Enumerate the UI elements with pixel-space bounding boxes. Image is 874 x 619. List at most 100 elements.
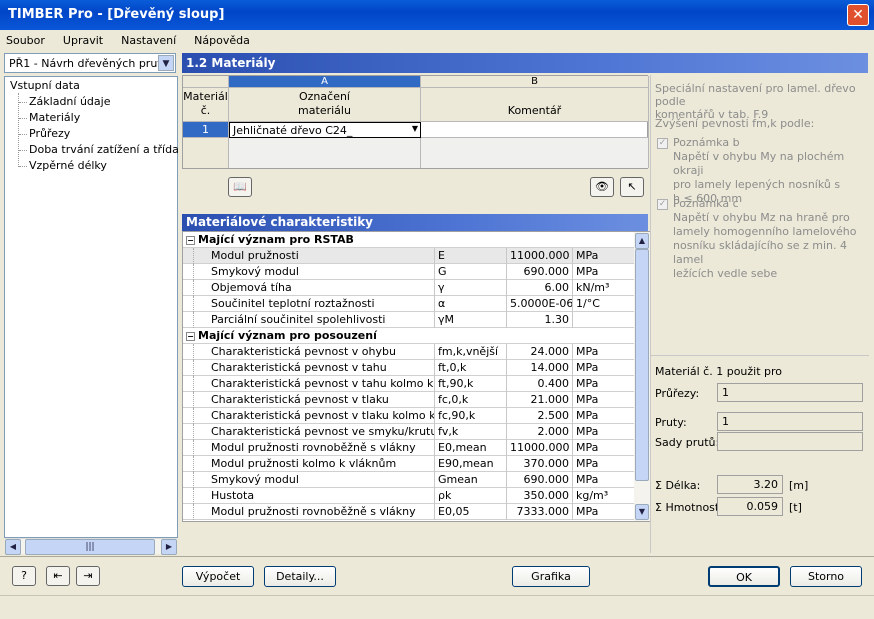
- property-row[interactable]: Charakteristická pevnost v tahu ft,0,k 14.…: [183, 360, 635, 376]
- sections-field[interactable]: 1: [717, 383, 863, 402]
- property-val[interactable]: 11000.000: [507, 440, 573, 456]
- row-number[interactable]: 1: [183, 122, 229, 138]
- property-val[interactable]: 21.000: [507, 392, 573, 408]
- property-row[interactable]: Charakteristická pevnost v tlaku kolmo k…: [183, 408, 635, 424]
- property-row[interactable]: Modul pružnosti rovnoběžně s vlákny E0,me…: [183, 440, 635, 456]
- property-row[interactable]: Charakteristická pevnost v ohybu fm,k,vně…: [183, 344, 635, 360]
- tree-item-load-duration[interactable]: Doba trvání zatížení a třída pro: [29, 143, 200, 156]
- property-val[interactable]: 1.30: [507, 312, 573, 328]
- member-sets-field[interactable]: [717, 432, 863, 451]
- scroll-right-icon[interactable]: ▶: [161, 539, 177, 555]
- total-length-field: 3.20: [717, 475, 783, 494]
- material-name-value: Jehličnaté dřevo C24_: [233, 124, 353, 137]
- tree-item-sections[interactable]: Průřezy: [29, 127, 70, 140]
- property-val[interactable]: 11000.000: [507, 248, 573, 264]
- group-row[interactable]: − Mající význam pro RSTAB: [183, 232, 635, 248]
- calculate-button[interactable]: Výpočet: [182, 566, 254, 587]
- increase-label: Zvýšení pevnosti fm,k podle:: [655, 117, 815, 130]
- menu-nastaveni[interactable]: Nastavení: [119, 34, 178, 47]
- property-row[interactable]: Charakteristická pevnost ve smyku/krutu f…: [183, 424, 635, 440]
- group-row[interactable]: − Mající význam pro posouzení: [183, 328, 635, 344]
- property-name: Charakteristická pevnost v tahu kolmo k …: [185, 376, 435, 392]
- property-val[interactable]: 2.000: [507, 424, 573, 440]
- note-c-checkbox[interactable]: ✓: [657, 199, 668, 210]
- note-b-line: pro lamely lepených nosníků s: [673, 178, 841, 191]
- menu-napoveda[interactable]: Nápověda: [192, 34, 252, 47]
- property-row[interactable]: Objemová tíha γ 6.00 kN/m³: [183, 280, 635, 296]
- property-row[interactable]: Hustota ρk 350.000 kg/m³: [183, 488, 635, 504]
- menu-upravit[interactable]: Upravit: [61, 34, 105, 47]
- tree-line: [193, 280, 194, 296]
- property-row[interactable]: Modul pružnosti kolmo k vláknům E90,mean 3…: [183, 456, 635, 472]
- comment-cell[interactable]: [421, 122, 649, 138]
- export-icon[interactable]: ⇤: [46, 566, 70, 586]
- menu-soubor[interactable]: Soubor: [4, 34, 47, 47]
- scroll-down-icon[interactable]: ▼: [635, 504, 649, 520]
- property-val[interactable]: 0.400: [507, 376, 573, 392]
- members-field[interactable]: 1: [717, 412, 863, 431]
- property-val[interactable]: 5.0000E-06: [507, 296, 573, 312]
- materials-toolbar: 📖 👁 ↖: [182, 172, 648, 204]
- property-unit: MPa: [573, 472, 635, 488]
- collapse-icon[interactable]: −: [186, 236, 195, 245]
- case-selector[interactable]: PŘ1 - Návrh dřevěných prutů ▼: [4, 53, 176, 73]
- property-row[interactable]: Charakteristická pevnost v tahu kolmo k …: [183, 376, 635, 392]
- property-name: Modul pružnosti kolmo k vláknům: [185, 456, 435, 472]
- help-icon[interactable]: ?: [12, 566, 36, 586]
- property-val[interactable]: 7333.000: [507, 504, 573, 520]
- note-c-line: ležících vedle sebe: [673, 267, 778, 280]
- tree-item-buckling[interactable]: Vzpěrné délky: [29, 159, 107, 172]
- scroll-thumb[interactable]: [635, 249, 649, 481]
- property-val[interactable]: 690.000: [507, 264, 573, 280]
- scroll-thumb[interactable]: |||: [25, 539, 155, 555]
- chevron-down-icon[interactable]: ▼: [412, 124, 418, 133]
- material-name-header: Označení materiálu: [229, 88, 421, 122]
- property-val[interactable]: 6.00: [507, 280, 573, 296]
- property-unit: MPa: [573, 392, 635, 408]
- tree-item-basic[interactable]: Základní údaje: [29, 95, 110, 108]
- property-sym: fv,k: [435, 424, 507, 440]
- import-icon[interactable]: ⇥: [76, 566, 100, 586]
- material-library-icon[interactable]: 📖: [228, 177, 252, 197]
- tree-line: [193, 344, 194, 360]
- property-sym: α: [435, 296, 507, 312]
- details-button[interactable]: Detaily...: [264, 566, 336, 587]
- property-val[interactable]: 2.500: [507, 408, 573, 424]
- property-unit: [573, 312, 635, 328]
- view-icon[interactable]: 👁: [590, 177, 614, 197]
- tree-item-materials[interactable]: Materiály: [29, 111, 80, 124]
- property-row[interactable]: Parciální součinitel spolehlivosti γM 1.30: [183, 312, 635, 328]
- scroll-up-icon[interactable]: ▲: [635, 233, 649, 249]
- property-row[interactable]: Smykový modul G 690.000 MPa: [183, 264, 635, 280]
- select-pointer-icon[interactable]: ↖: [620, 177, 644, 197]
- cancel-button[interactable]: Storno: [790, 566, 862, 587]
- chevron-down-icon[interactable]: ▼: [158, 55, 174, 71]
- property-val[interactable]: 24.000: [507, 344, 573, 360]
- property-row[interactable]: Charakteristická pevnost v tlaku fc,0,k 21…: [183, 392, 635, 408]
- scroll-left-icon[interactable]: ◀: [5, 539, 21, 555]
- property-sym: γ: [435, 280, 507, 296]
- column-b-header[interactable]: B: [421, 76, 649, 88]
- property-sym: ft,90,k: [435, 376, 507, 392]
- property-name: Charakteristická pevnost v tlaku: [185, 392, 435, 408]
- note-b-line: Napětí v ohybu My na plochém okraji: [673, 150, 845, 177]
- material-name-select[interactable]: Jehličnaté dřevo C24_ ▼: [229, 122, 421, 138]
- property-val[interactable]: 690.000: [507, 472, 573, 488]
- tree-horizontal-scrollbar[interactable]: ◀ ||| ▶: [5, 538, 177, 555]
- property-name: Modul pružnosti: [185, 248, 435, 264]
- tree-root[interactable]: Vstupní data: [10, 79, 80, 92]
- property-val[interactable]: 14.000: [507, 360, 573, 376]
- note-b-checkbox[interactable]: ✓: [657, 138, 668, 149]
- property-row[interactable]: Modul pružnosti E 11000.000 MPa: [183, 248, 635, 264]
- close-icon[interactable]: ✕: [847, 4, 869, 26]
- column-a-header[interactable]: A: [229, 76, 421, 88]
- graphics-button[interactable]: Grafika: [512, 566, 590, 587]
- property-row[interactable]: Součinitel teplotní roztažnosti α 5.0000E-…: [183, 296, 635, 312]
- property-row[interactable]: Smykový modul Gmean 690.000 MPa: [183, 472, 635, 488]
- property-row[interactable]: Modul pružnosti rovnoběžně s vlákny E0,05…: [183, 504, 635, 520]
- property-val[interactable]: 370.000: [507, 456, 573, 472]
- property-val[interactable]: 350.000: [507, 488, 573, 504]
- ok-button[interactable]: OK: [708, 566, 780, 587]
- collapse-icon[interactable]: −: [186, 332, 195, 341]
- property-name: Charakteristická pevnost v tlaku kolmo k…: [185, 408, 435, 424]
